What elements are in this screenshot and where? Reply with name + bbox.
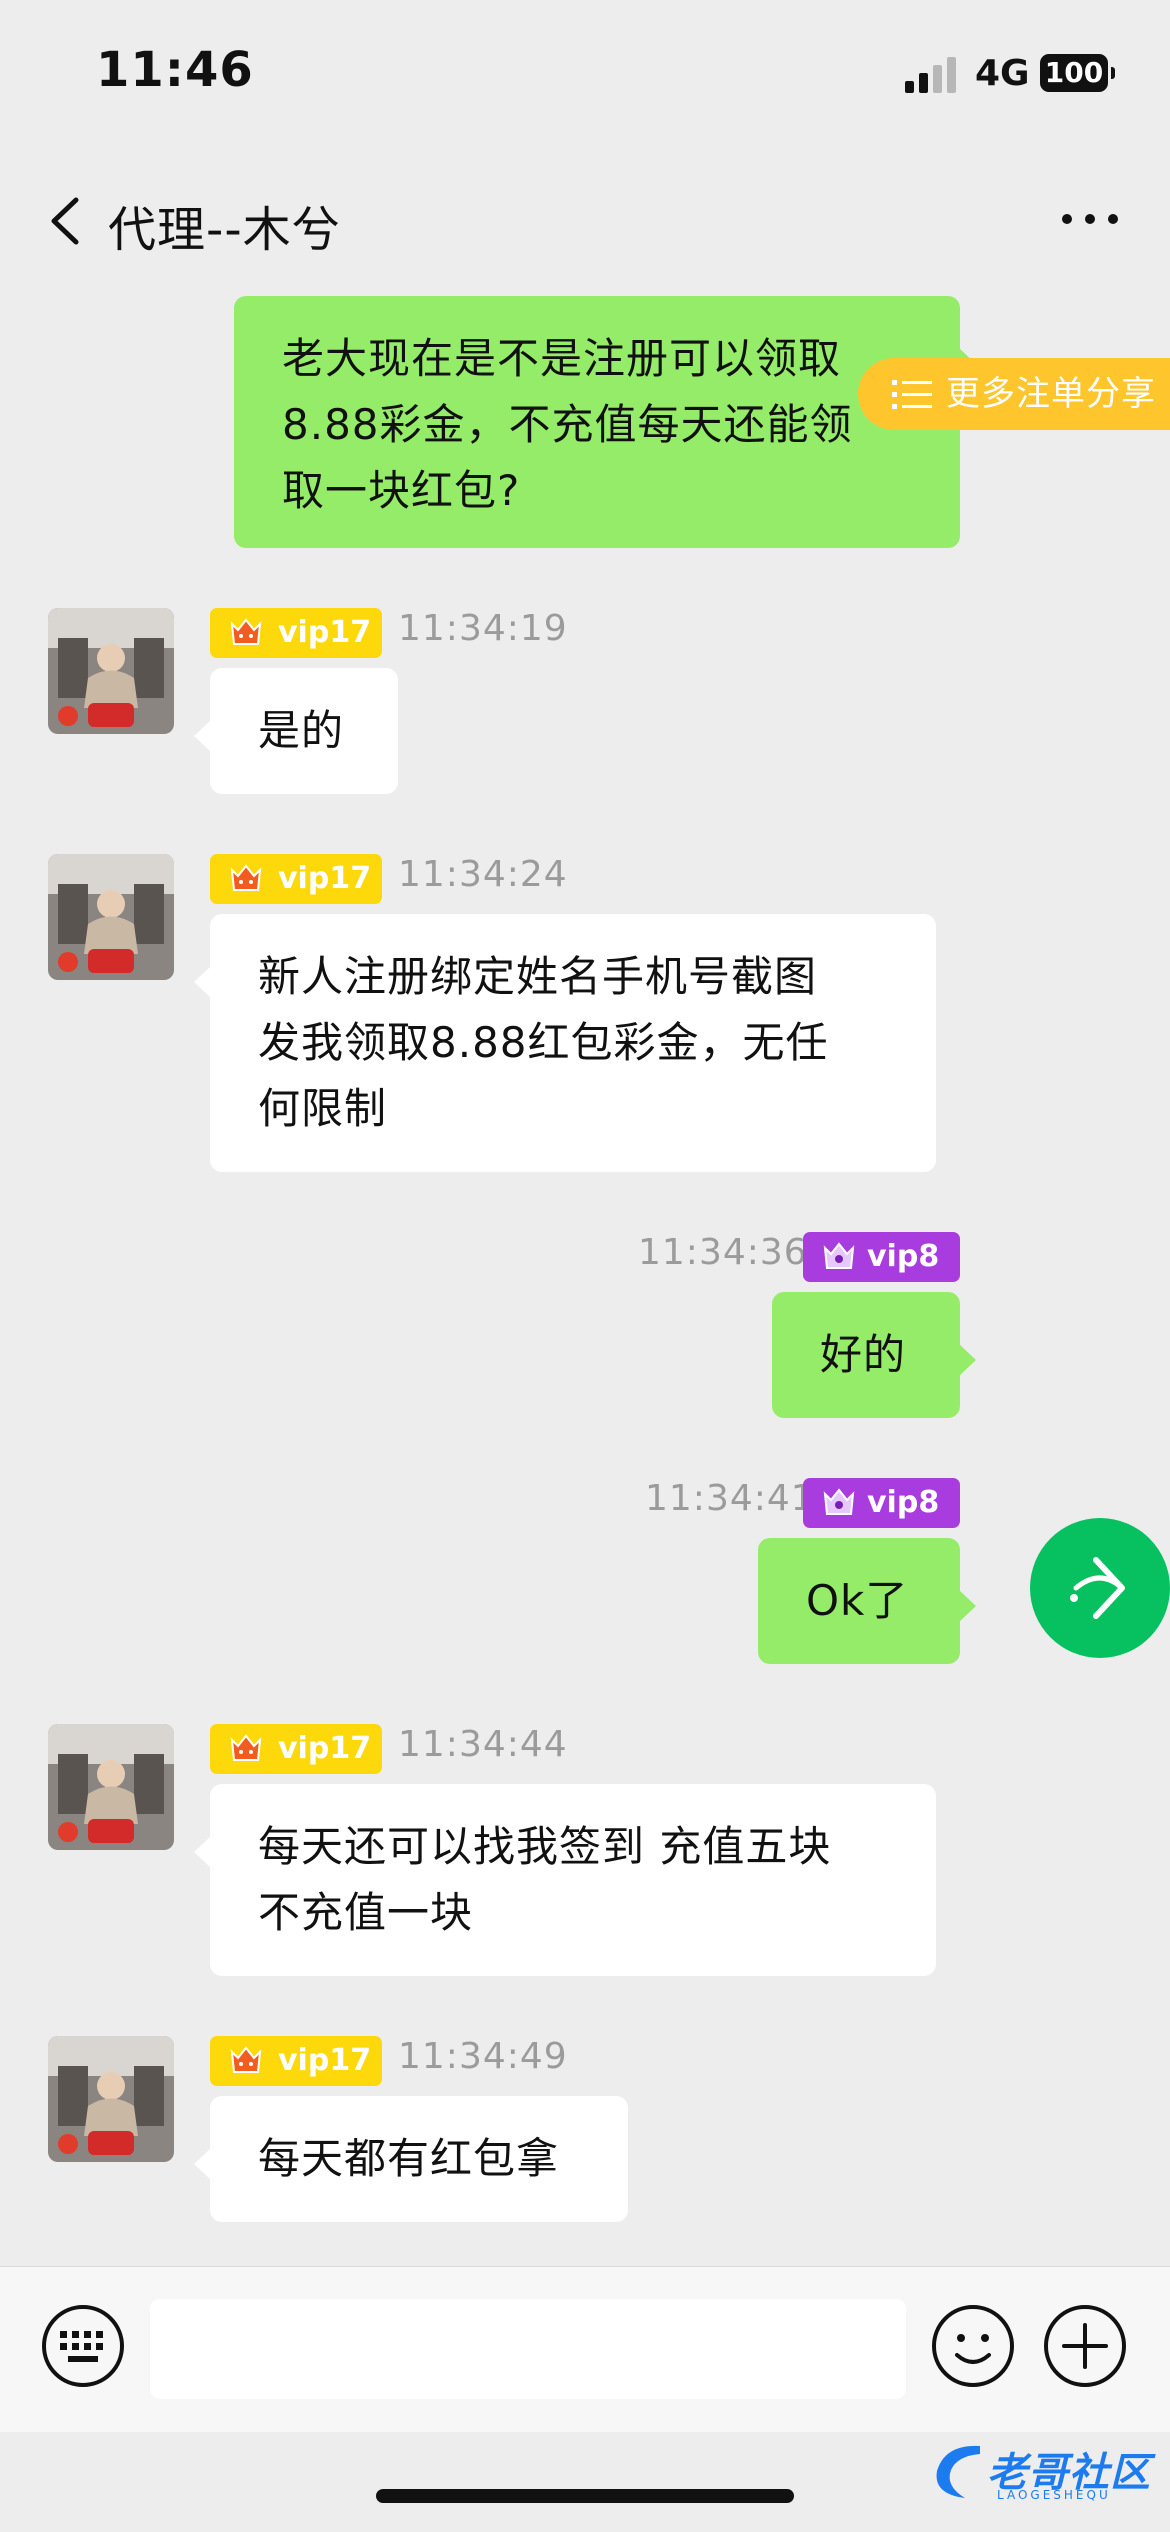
battery-icon: 100	[1040, 54, 1115, 92]
message-line: 发我领取8.88红包彩金，无任	[258, 1018, 829, 1067]
vip-badge: vip8	[803, 1232, 960, 1282]
message-timestamp: 11:34:49	[398, 2036, 568, 2077]
input-bar	[0, 2266, 1170, 2432]
more-button[interactable]	[1055, 194, 1125, 244]
vip-badge: vip17	[210, 608, 382, 658]
chevron-left-icon	[51, 197, 79, 245]
message-input[interactable]	[150, 2299, 906, 2399]
message-line: 好的	[820, 1330, 907, 1379]
message-line: 每天还可以找我签到 充值五块	[258, 1822, 832, 1871]
crown-dragon-icon	[823, 1242, 855, 1269]
smiley-icon	[932, 2305, 1014, 2387]
message-line: 老大现在是不是注册可以领取	[282, 334, 842, 383]
message-line: 每天都有红包拿	[258, 2134, 560, 2183]
keyboard-toggle-button[interactable]	[40, 2303, 126, 2389]
crown-tiger-icon	[230, 2046, 262, 2073]
message-bubble-incoming[interactable]: 每天都有红包拿	[194, 2096, 628, 2222]
message-line: 取一块红包?	[282, 466, 521, 515]
avatar[interactable]	[48, 1724, 174, 1850]
message-bubble-incoming[interactable]: 是的	[194, 668, 398, 794]
list-icon	[892, 380, 932, 409]
message-line: 不充值一块	[258, 1888, 474, 1937]
chat-header: 代理--木兮	[0, 170, 1170, 270]
message-timestamp: 11:34:41	[645, 1478, 815, 1519]
chat-title: 代理--木兮	[108, 202, 341, 258]
avatar[interactable]	[48, 854, 174, 980]
message-line: 何限制	[258, 1084, 388, 1133]
message-line: 新人注册绑定姓名手机号截图	[258, 952, 818, 1001]
message-timestamp: 11:34:24	[398, 854, 568, 895]
dragon-logo-icon	[936, 2445, 980, 2498]
vip-badge: vip17	[210, 854, 382, 904]
crown-tiger-icon	[230, 864, 262, 891]
message-timestamp: 11:34:19	[398, 608, 568, 649]
vip-badge: vip17	[210, 2036, 382, 2086]
plus-circle-icon	[1044, 2305, 1126, 2387]
emoji-button[interactable]	[930, 2303, 1016, 2389]
signal-icon	[905, 57, 959, 93]
forward-button[interactable]	[1030, 1518, 1170, 1658]
ellipsis-icon	[1062, 214, 1118, 224]
share-label: 更多注单分享	[946, 374, 1156, 414]
message-timestamp: 11:34:44	[398, 1724, 568, 1765]
message-line: 8.88彩金，不充值每天还能领	[282, 400, 853, 449]
avatar[interactable]	[48, 608, 174, 734]
vip-badge: vip8	[803, 1478, 960, 1528]
status-bar: 11:46 4G 100	[0, 0, 1170, 140]
message-bubble-outgoing[interactable]: 好的	[772, 1292, 976, 1418]
crown-tiger-icon	[230, 1734, 262, 1761]
vip-badge: vip17	[210, 1724, 382, 1774]
message-timestamp: 11:34:36	[638, 1232, 808, 1273]
keyboard-icon	[42, 2305, 124, 2387]
status-time: 11:46	[96, 42, 254, 98]
forward-arrow-icon	[1070, 1557, 1125, 1619]
message-line: Ok了	[806, 1576, 909, 1625]
crown-tiger-icon	[230, 618, 262, 645]
avatar-photo	[48, 854, 174, 980]
network-type: 4G	[975, 53, 1030, 94]
message-bubble-outgoing[interactable]: Ok了	[758, 1538, 976, 1664]
crown-dragon-icon	[823, 1488, 855, 1515]
avatar-photo	[48, 608, 174, 734]
back-button[interactable]	[38, 188, 98, 252]
watermark-logo: 老哥社区 LAOGESHEQU	[925, 2432, 1165, 2508]
avatar-photo	[48, 1724, 174, 1850]
message-bubble-outgoing[interactable]: 老大现在是不是注册可以领取 8.88彩金，不充值每天还能领 取一块红包?	[234, 296, 976, 548]
avatar[interactable]	[48, 2036, 174, 2162]
avatar-photo	[48, 2036, 174, 2162]
message-bubble-incoming[interactable]: 新人注册绑定姓名手机号截图 发我领取8.88红包彩金，无任 何限制	[194, 914, 936, 1172]
more-bets-share-button[interactable]: 更多注单分享	[858, 358, 1170, 430]
more-actions-button[interactable]	[1042, 2303, 1128, 2389]
message-line: 是的	[258, 706, 345, 755]
message-bubble-incoming[interactable]: 每天还可以找我签到 充值五块 不充值一块	[194, 1784, 936, 1976]
watermark-subtext: LAOGESHEQU	[997, 2488, 1111, 2502]
home-indicator[interactable]	[376, 2489, 794, 2503]
